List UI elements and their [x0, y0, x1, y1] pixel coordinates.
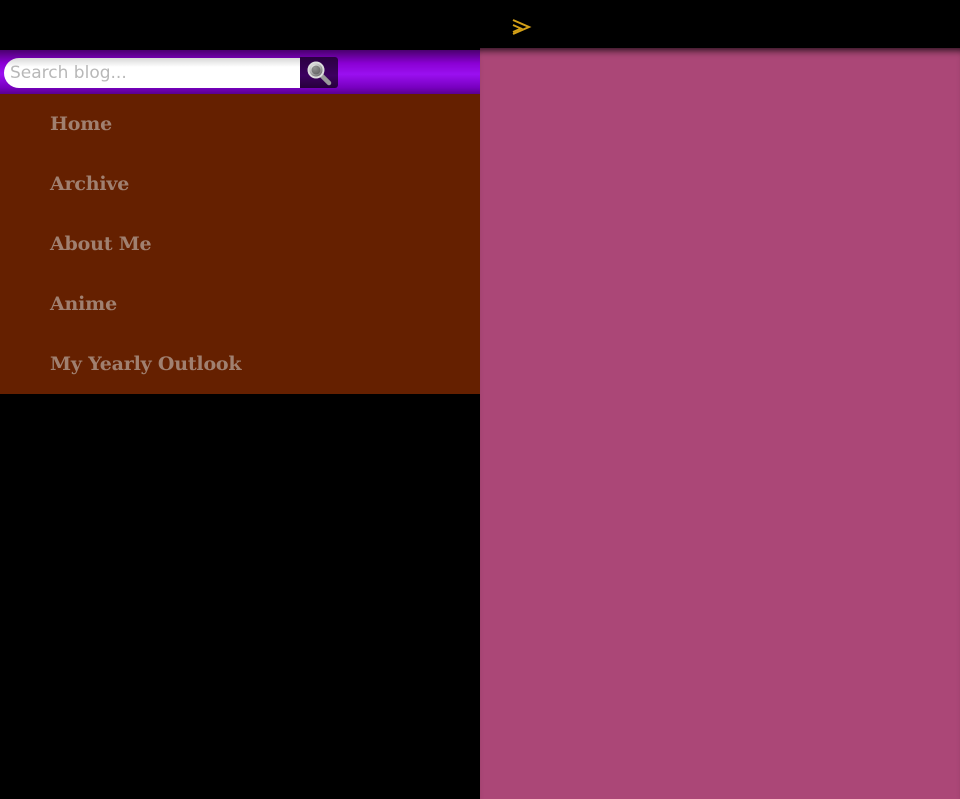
nav-menu: Home Archive About Me Anime My Yearly Ou…	[0, 94, 480, 394]
nav-item-anime[interactable]: Anime	[0, 274, 480, 334]
nav-item-label: About Me	[50, 233, 152, 255]
page: Home Archive About Me Anime My Yearly Ou…	[0, 0, 960, 799]
nav-item-my-yearly-outlook[interactable]: My Yearly Outlook	[0, 334, 480, 394]
nav-item-label: My Yearly Outlook	[50, 353, 242, 375]
sidebar: Home Archive About Me Anime My Yearly Ou…	[0, 50, 480, 394]
search-bar	[0, 50, 480, 94]
nav-item-label: Archive	[50, 173, 130, 195]
nav-item-home[interactable]: Home	[0, 94, 480, 154]
sidebar-toggle-button[interactable]	[504, 10, 538, 44]
double-chevron-right-icon	[512, 19, 532, 35]
magnifier-icon	[307, 61, 332, 85]
content-pane	[480, 48, 960, 799]
search-input[interactable]	[4, 58, 300, 88]
top-bar	[0, 0, 960, 48]
nav-item-about-me[interactable]: About Me	[0, 214, 480, 274]
nav-item-label: Anime	[50, 293, 117, 315]
search-button[interactable]	[300, 57, 338, 88]
nav-item-label: Home	[50, 113, 113, 135]
nav-item-archive[interactable]: Archive	[0, 154, 480, 214]
